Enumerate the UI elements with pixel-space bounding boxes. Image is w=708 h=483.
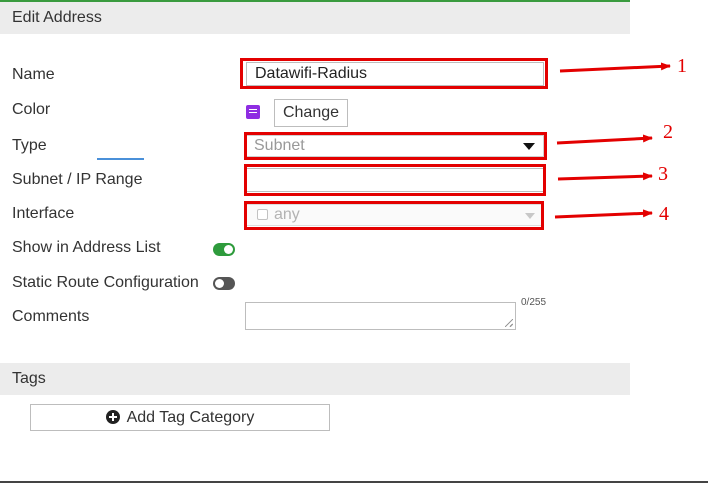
annotation-number-2: 2 (663, 121, 673, 143)
annotation-arrow-2 (556, 134, 653, 145)
annotation-number-1: 1 (677, 55, 687, 77)
annotation-arrow-4 (554, 209, 653, 219)
annotation-number-3: 3 (658, 163, 668, 185)
annotation-arrows (554, 62, 671, 219)
annotation-number-4: 4 (659, 203, 669, 225)
annotation-arrow-1 (559, 62, 671, 73)
annotation-arrow-3 (557, 172, 653, 181)
